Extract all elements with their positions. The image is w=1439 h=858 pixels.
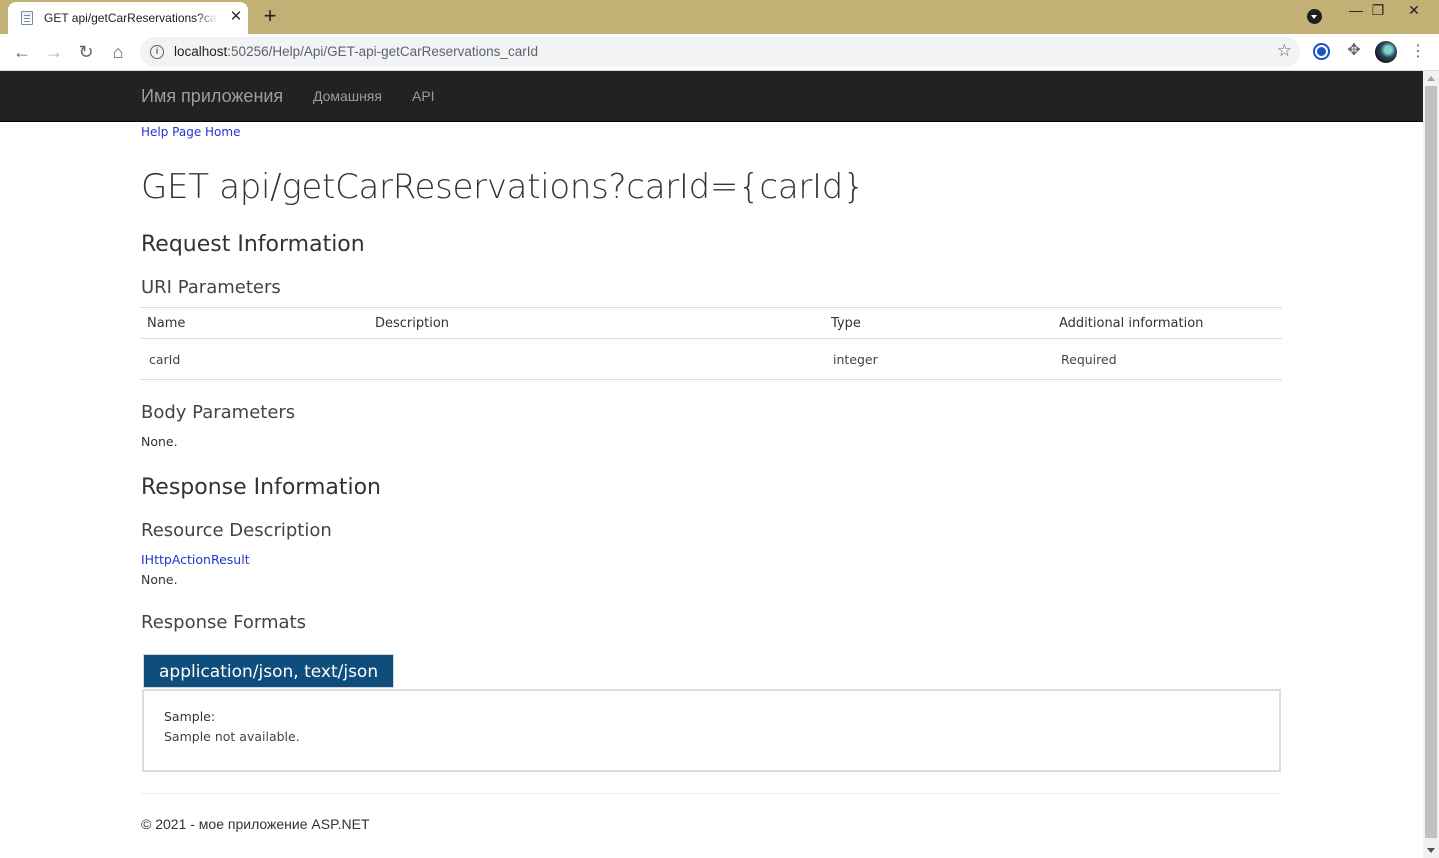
resource-description-heading: Resource Description bbox=[141, 520, 332, 541]
table-row: carId integer Required bbox=[141, 338, 1282, 380]
body-parameters-heading: Body Parameters bbox=[141, 402, 296, 423]
help-page-home-link[interactable]: Help Page Home bbox=[141, 125, 240, 139]
uri-parameters-table: Name Description Type Additional informa… bbox=[141, 307, 1282, 380]
page-favicon-icon bbox=[21, 11, 33, 25]
browser-tabstrip: GET api/getCarReservations?carId={carId}… bbox=[0, 0, 1439, 34]
table-header-row: Name Description Type Additional informa… bbox=[141, 307, 1282, 339]
column-header-additional-information: Additional information bbox=[1053, 307, 1282, 339]
page-scrollbar[interactable] bbox=[1423, 71, 1439, 858]
brand-link[interactable]: Имя приложения bbox=[141, 86, 283, 107]
home-icon[interactable]: ⌂ bbox=[107, 42, 129, 62]
format-tab-json[interactable]: application/json, text/json bbox=[143, 654, 395, 688]
param-additional-cell: Required bbox=[1053, 338, 1282, 380]
url-text[interactable]: localhost:50256/Help/Api/GET-api-getCarR… bbox=[174, 44, 538, 59]
browser-menu-icon[interactable]: ⋮ bbox=[1409, 42, 1427, 62]
back-icon[interactable]: ← bbox=[11, 42, 33, 62]
column-header-description: Description bbox=[369, 307, 825, 339]
footer-divider bbox=[141, 793, 1282, 794]
nav-home-link[interactable]: Домашняя bbox=[313, 88, 382, 104]
sample-panel: Sample: Sample not available. bbox=[142, 689, 1281, 772]
scroll-up-arrow-icon[interactable] bbox=[1427, 76, 1435, 81]
tab-title: GET api/getCarReservations?carId={carId} bbox=[44, 11, 218, 25]
reload-icon[interactable]: ↻ bbox=[75, 42, 97, 62]
site-navbar: Имя приложения Домашняя API bbox=[0, 71, 1423, 122]
param-type-cell: integer bbox=[825, 338, 1053, 380]
footer-text: © 2021 - мое приложение ASP.NET bbox=[141, 816, 370, 832]
window-restore-button[interactable]: ❐ bbox=[1362, 0, 1394, 22]
column-header-type: Type bbox=[825, 307, 1053, 339]
url-path: :50256/Help/Api/GET-api-getCarReservatio… bbox=[227, 44, 538, 59]
profile-avatar[interactable] bbox=[1375, 41, 1397, 63]
scroll-thumb[interactable] bbox=[1425, 86, 1437, 838]
response-formats-heading: Response Formats bbox=[141, 612, 306, 633]
nav-api-link[interactable]: API bbox=[412, 88, 435, 104]
param-name-cell: carId bbox=[141, 338, 369, 380]
window-close-button[interactable]: ✕ bbox=[1398, 0, 1430, 22]
url-host: localhost bbox=[174, 44, 228, 59]
body-parameters-value: None. bbox=[141, 434, 178, 449]
ihttpactionresult-link[interactable]: IHttpActionResult bbox=[141, 552, 250, 567]
bookmark-star-icon[interactable]: ☆ bbox=[1277, 41, 1292, 61]
scroll-down-arrow-icon[interactable] bbox=[1427, 848, 1435, 853]
address-bar[interactable]: i localhost:50256/Help/Api/GET-api-getCa… bbox=[140, 37, 1300, 67]
forward-icon[interactable]: → bbox=[43, 42, 65, 62]
tab-search-icon[interactable] bbox=[1307, 9, 1322, 24]
browser-toolbar: ← → ↻ ⌂ i localhost:50256/Help/Api/GET-a… bbox=[0, 34, 1439, 71]
new-tab-button[interactable]: + bbox=[258, 5, 282, 29]
resource-description-value: None. bbox=[141, 572, 178, 587]
sample-label: Sample: bbox=[164, 709, 216, 724]
response-information-heading: Response Information bbox=[141, 475, 382, 500]
request-information-heading: Request Information bbox=[141, 232, 365, 257]
page-title: GET api/getCarReservations?carId={carId} bbox=[141, 167, 865, 207]
extension-globe-icon[interactable] bbox=[1313, 43, 1330, 60]
browser-tab[interactable]: GET api/getCarReservations?carId={carId}… bbox=[8, 2, 248, 34]
column-header-name: Name bbox=[141, 307, 369, 339]
sample-value: Sample not available. bbox=[164, 729, 300, 744]
param-description-cell bbox=[369, 338, 825, 380]
extensions-puzzle-icon[interactable]: ✥ bbox=[1345, 42, 1363, 60]
site-info-icon[interactable]: i bbox=[150, 45, 164, 59]
close-tab-icon[interactable]: ✕ bbox=[228, 9, 244, 25]
uri-parameters-heading: URI Parameters bbox=[141, 277, 281, 298]
